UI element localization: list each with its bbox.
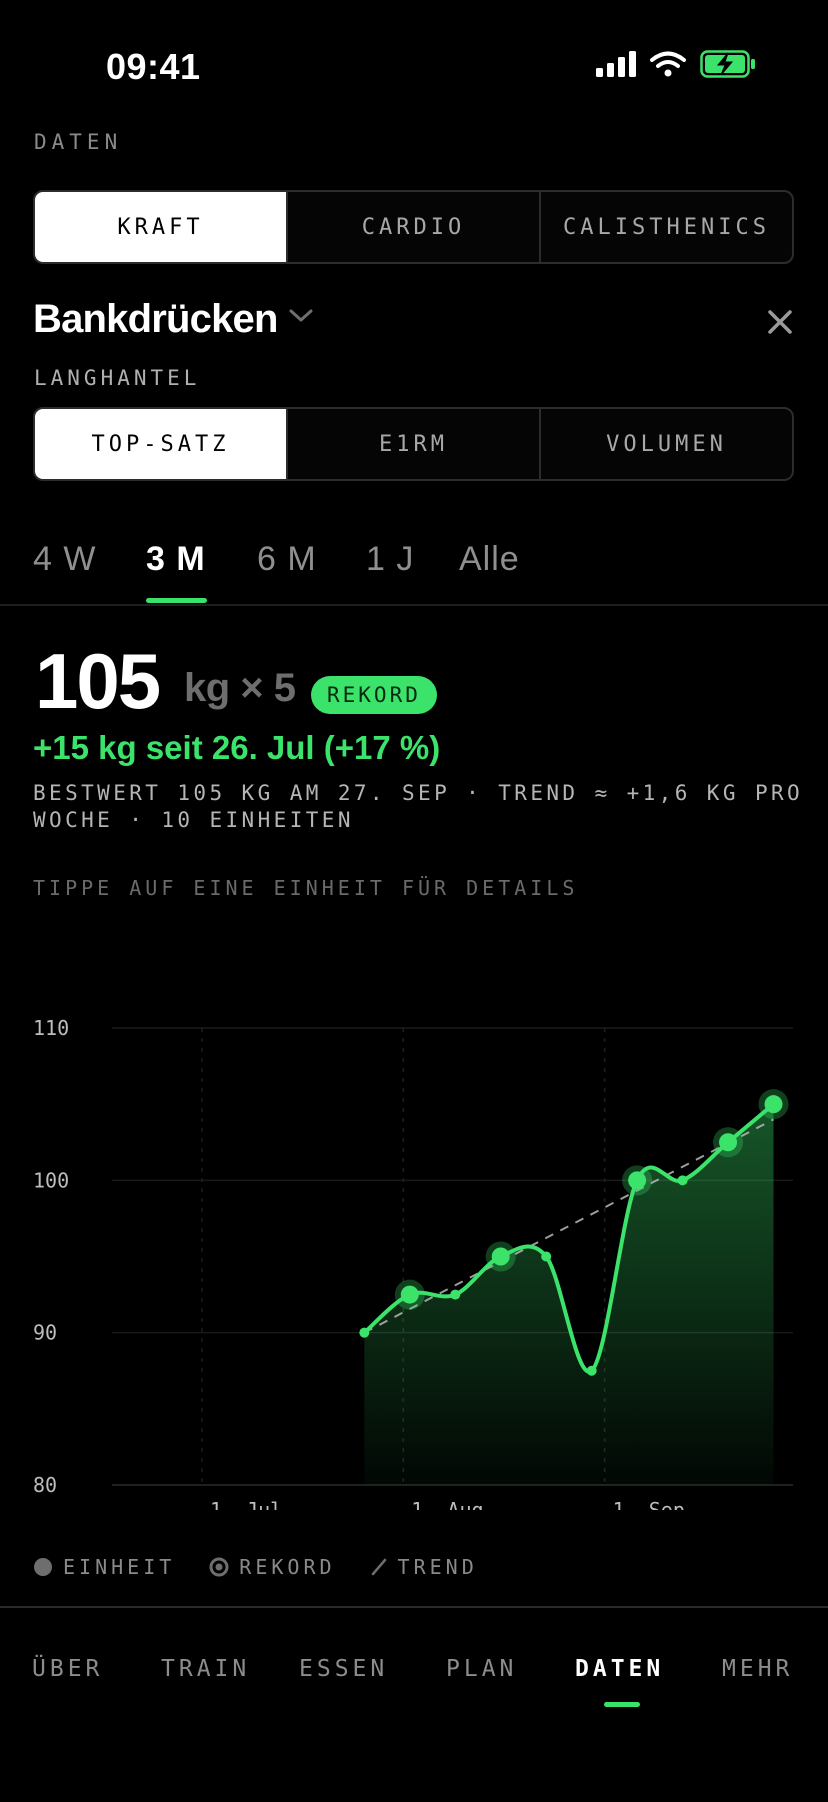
status-icons (596, 50, 756, 78)
status-time: 09:41 (106, 46, 201, 87)
range-tab-alle[interactable]: Alle (459, 540, 520, 579)
tab-top-satz[interactable]: TOP-SATZ (35, 409, 286, 479)
metric-segmented-control: TOP-SATZ E1RM VOLUMEN (33, 407, 794, 481)
y-tick-label: 90 (33, 1321, 57, 1345)
x-tick-label: 1. Sep (613, 1498, 685, 1510)
tab-bar-item-ueber[interactable]: ÜBER (32, 1656, 103, 1682)
x-tick-label: 1. Aug (411, 1498, 483, 1510)
range-tabs: 4 W 3 M 6 M 1 J Alle (0, 530, 828, 606)
range-tab-indicator (146, 598, 207, 603)
trend-line-icon (371, 1558, 386, 1576)
chevron-down-icon[interactable] (288, 307, 314, 325)
record-point[interactable] (764, 1095, 783, 1114)
status-bar: 09:41 (0, 0, 828, 120)
tab-cardio[interactable]: CARDIO (286, 192, 539, 262)
record-point[interactable] (719, 1133, 738, 1152)
range-tab-6m[interactable]: 6 M (257, 540, 317, 579)
tab-bar-item-plan[interactable]: PLAN (446, 1656, 517, 1682)
session-point[interactable] (586, 1365, 597, 1376)
session-point[interactable] (359, 1327, 370, 1338)
legend-item-rekord: REKORD (209, 1555, 335, 1579)
record-point[interactable] (628, 1171, 647, 1190)
category-segmented-control: KRAFT CARDIO CALISTHENICS (33, 190, 794, 264)
legend-label-rekord: REKORD (239, 1555, 336, 1579)
session-point[interactable] (541, 1251, 552, 1262)
wifi-icon (650, 51, 686, 77)
section-label: DATEN (34, 130, 123, 154)
summary-details: BESTWERT 105 KG AM 27. SEP · TREND ≈ +1,… (33, 781, 804, 832)
range-tab-4w[interactable]: 4 W (33, 540, 96, 579)
signal-icon (596, 51, 636, 77)
ring-dot-icon (209, 1557, 229, 1577)
range-tab-3m[interactable]: 3 M (146, 540, 206, 579)
tab-bar-indicator (604, 1702, 640, 1707)
session-point[interactable] (677, 1175, 688, 1186)
record-point[interactable] (491, 1247, 510, 1266)
legend-item-trend: TREND (370, 1555, 478, 1579)
dot-icon (34, 1558, 52, 1576)
tab-volumen[interactable]: VOLUMEN (539, 409, 792, 479)
tab-bar-item-essen[interactable]: ESSEN (299, 1656, 388, 1682)
range-tab-1j[interactable]: 1 J (366, 540, 414, 579)
tab-bar-item-mehr[interactable]: MEHR (722, 1656, 793, 1682)
top-set-unit: kg × 5 (184, 666, 296, 710)
record-point[interactable] (400, 1285, 419, 1304)
y-tick-label: 100 (33, 1168, 69, 1192)
legend-label-trend: TREND (397, 1555, 478, 1579)
y-tick-label: 80 (33, 1473, 57, 1497)
chart-hint: TIPPE AUF EINE EINHEIT FÜR DETAILS (33, 876, 579, 900)
y-tick-label: 110 (33, 1016, 69, 1040)
exercise-title[interactable]: Bankdrücken (33, 297, 278, 342)
x-tick-label: 1. Jul (210, 1498, 282, 1510)
tab-bar-item-daten[interactable]: DATEN (575, 1656, 664, 1682)
delta-text: +15 kg seit 26. Jul (+17 %) (33, 729, 441, 766)
bottom-tab-bar: ÜBER TRAIN ESSEN PLAN DATEN MEHR (0, 1606, 828, 1802)
close-icon[interactable] (762, 304, 798, 340)
tab-e1rm[interactable]: E1RM (286, 409, 539, 479)
tab-calisthenics[interactable]: CALISTHENICS (539, 192, 792, 262)
session-point[interactable] (450, 1289, 461, 1300)
battery-charging-icon (700, 50, 755, 78)
equipment-label: LANGHANTEL (34, 366, 201, 390)
record-badge: REKORD (311, 676, 437, 714)
legend-item-einheit: EINHEIT (33, 1555, 175, 1579)
chart-legend: EINHEIT REKORD TREND (33, 1555, 478, 1579)
tab-bar-item-train[interactable]: TRAIN (161, 1656, 250, 1682)
top-set-value: 105 (35, 637, 161, 725)
tab-kraft[interactable]: KRAFT (35, 192, 286, 262)
legend-label-einheit: EINHEIT (63, 1555, 176, 1579)
progress-chart[interactable]: 80 90 100 110 1. Jul 1. Aug 1. Sep (0, 980, 828, 1510)
